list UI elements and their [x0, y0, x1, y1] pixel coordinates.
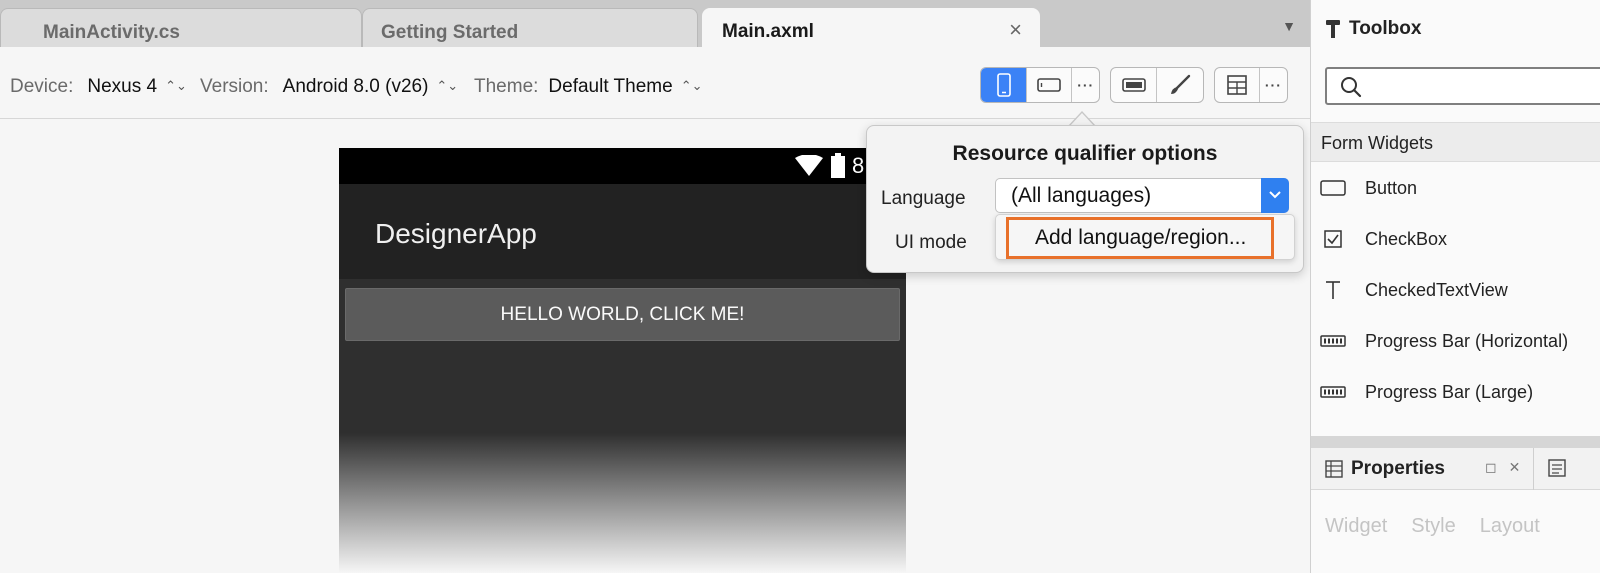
theme-brush-button[interactable]: [1157, 68, 1203, 102]
toolbox-item-label: CheckBox: [1365, 229, 1448, 249]
right-side-panels: Toolbox Form Widgets Button CheckBox Che…: [1310, 0, 1600, 573]
tab-main-axml[interactable]: Main.axml ×: [702, 8, 1040, 47]
button-icon: [1319, 177, 1347, 199]
toolbox-item-label: Button: [1365, 178, 1418, 198]
toolbox-item-progressbar-horizontal[interactable]: Progress Bar (Horizontal): [1311, 316, 1600, 367]
theme-value: Default Theme: [548, 76, 673, 97]
qualifier-options-button[interactable]: ···: [1072, 68, 1099, 102]
hammer-icon: [1326, 20, 1340, 38]
properties-header: Properties ◻ ✕: [1311, 448, 1600, 490]
layout-button-group: ···: [1214, 67, 1288, 103]
updown-chevron-icon: ⌃⌄: [680, 78, 703, 93]
toolbox-title: Toolbox: [1349, 18, 1422, 39]
layout-more-button[interactable]: ···: [1260, 68, 1287, 102]
toolbox-search-input[interactable]: [1325, 67, 1600, 105]
toolbox-item-button[interactable]: Button: [1311, 163, 1600, 214]
paintbrush-icon: [1171, 74, 1191, 94]
phone-portrait-icon: [996, 73, 1011, 97]
version-label: Version:: [200, 76, 269, 97]
popover-title: Resource qualifier options: [952, 142, 1218, 165]
version-selector[interactable]: Version: Android 8.0 (v26) ⌃⌄: [200, 76, 458, 98]
add-language-region-item[interactable]: Add language/region...: [1006, 217, 1274, 259]
app-action-bar: DesignerApp: [339, 184, 906, 279]
device-selector[interactable]: Device: Nexus 4 ⌃⌄: [10, 76, 187, 98]
progressbar-icon: [1319, 381, 1347, 403]
tab-mainactivity[interactable]: MainActivity.cs: [0, 8, 362, 47]
toolbox-item-progressbar-large[interactable]: Progress Bar (Large): [1311, 367, 1600, 418]
panel-splitter[interactable]: [1311, 436, 1600, 448]
ui-mode-label: UI mode: [895, 232, 967, 253]
updown-chevron-icon: ⌃⌄: [165, 78, 187, 93]
properties-icon: [1325, 460, 1343, 478]
maximize-icon[interactable]: ◻: [1485, 459, 1497, 476]
language-dropdown-menu: Add language/region...: [995, 214, 1295, 260]
tab-style[interactable]: Style: [1411, 515, 1455, 538]
orientation-button-group: ···: [980, 67, 1100, 103]
wifi-icon: [795, 155, 823, 176]
updown-chevron-icon: ⌃⌄: [436, 78, 459, 93]
designer-toolbar: Device: Nexus 4 ⌃⌄ Version: Android 8.0 (v2…: [0, 47, 1310, 119]
text-icon: [1319, 279, 1347, 301]
editor-tab-bar: MainActivity.cs Getting Started Main.axm…: [0, 0, 1310, 47]
properties-title: Properties: [1351, 458, 1445, 479]
design-surface-button[interactable]: [1111, 68, 1158, 102]
document-outline-icon: [1548, 459, 1566, 477]
resource-qualifier-popover: Resource qualifier options Language (All…: [866, 125, 1304, 273]
toolbox-item-checkedtextview[interactable]: CheckedTextView: [1311, 265, 1600, 316]
progressbar-icon: [1319, 330, 1347, 352]
theme-selector[interactable]: Theme: Default Theme ⌃⌄: [474, 76, 703, 98]
close-icon[interactable]: ×: [1009, 19, 1022, 41]
tab-getting-started[interactable]: Getting Started: [362, 8, 698, 47]
document-outline-tab[interactable]: [1533, 448, 1600, 490]
display-button-group: [1110, 67, 1204, 103]
battery-icon: [831, 153, 845, 178]
tab-widget[interactable]: Widget: [1325, 515, 1387, 538]
toolbox-item-label: CheckedTextView: [1365, 280, 1508, 300]
widget-frame-icon: [1121, 78, 1146, 92]
landscape-button[interactable]: [1027, 68, 1073, 102]
language-label: Language: [881, 188, 966, 209]
properties-title-group: Properties: [1325, 458, 1445, 480]
toolbox-category[interactable]: Form Widgets: [1311, 122, 1600, 162]
tab-label: MainActivity.cs: [43, 22, 180, 43]
device-value: Nexus 4: [87, 76, 158, 97]
toolbox-item-label: Progress Bar (Horizontal): [1365, 331, 1569, 351]
app-title[interactable]: DesignerApp: [375, 218, 537, 250]
toolbox-item-checkbox[interactable]: CheckBox: [1311, 214, 1600, 265]
toolbox-header: Toolbox: [1325, 18, 1421, 40]
toolbox-item-label: Progress Bar (Large): [1365, 382, 1534, 402]
grid-layout-icon: [1227, 75, 1247, 95]
language-select-value: (All languages): [1011, 184, 1152, 207]
device-preview: 8 DesignerApp HELLO WORLD, CLICK ME!: [339, 148, 906, 573]
preview-fade: [339, 433, 906, 573]
tab-label: Getting Started: [381, 22, 519, 43]
chevron-down-icon[interactable]: [1261, 178, 1289, 213]
version-value: Android 8.0 (v26): [282, 76, 429, 97]
popover-pointer: [1068, 111, 1096, 127]
status-clock: 8: [852, 153, 865, 178]
close-icon[interactable]: ✕: [1509, 459, 1521, 476]
phone-landscape-icon: [1037, 78, 1062, 92]
status-icons: 8: [794, 153, 864, 179]
device-label: Device:: [10, 76, 74, 97]
tab-layout[interactable]: Layout: [1480, 515, 1540, 538]
checkbox-icon: [1319, 228, 1347, 250]
tab-label: Main.axml: [722, 21, 814, 42]
layout-grid-button[interactable]: [1215, 68, 1260, 102]
properties-tabs: Widget Style Layout: [1325, 515, 1540, 538]
language-select[interactable]: (All languages): [995, 178, 1289, 213]
properties-window-controls: ◻ ✕: [1485, 459, 1520, 476]
theme-label: Theme:: [474, 76, 539, 97]
tab-overflow-dropdown-icon[interactable]: ▼: [1282, 18, 1296, 34]
android-status-bar: 8: [339, 148, 906, 184]
search-icon: [1341, 77, 1362, 98]
hello-world-button[interactable]: HELLO WORLD, CLICK ME!: [345, 288, 900, 341]
portrait-button[interactable]: [981, 68, 1028, 102]
